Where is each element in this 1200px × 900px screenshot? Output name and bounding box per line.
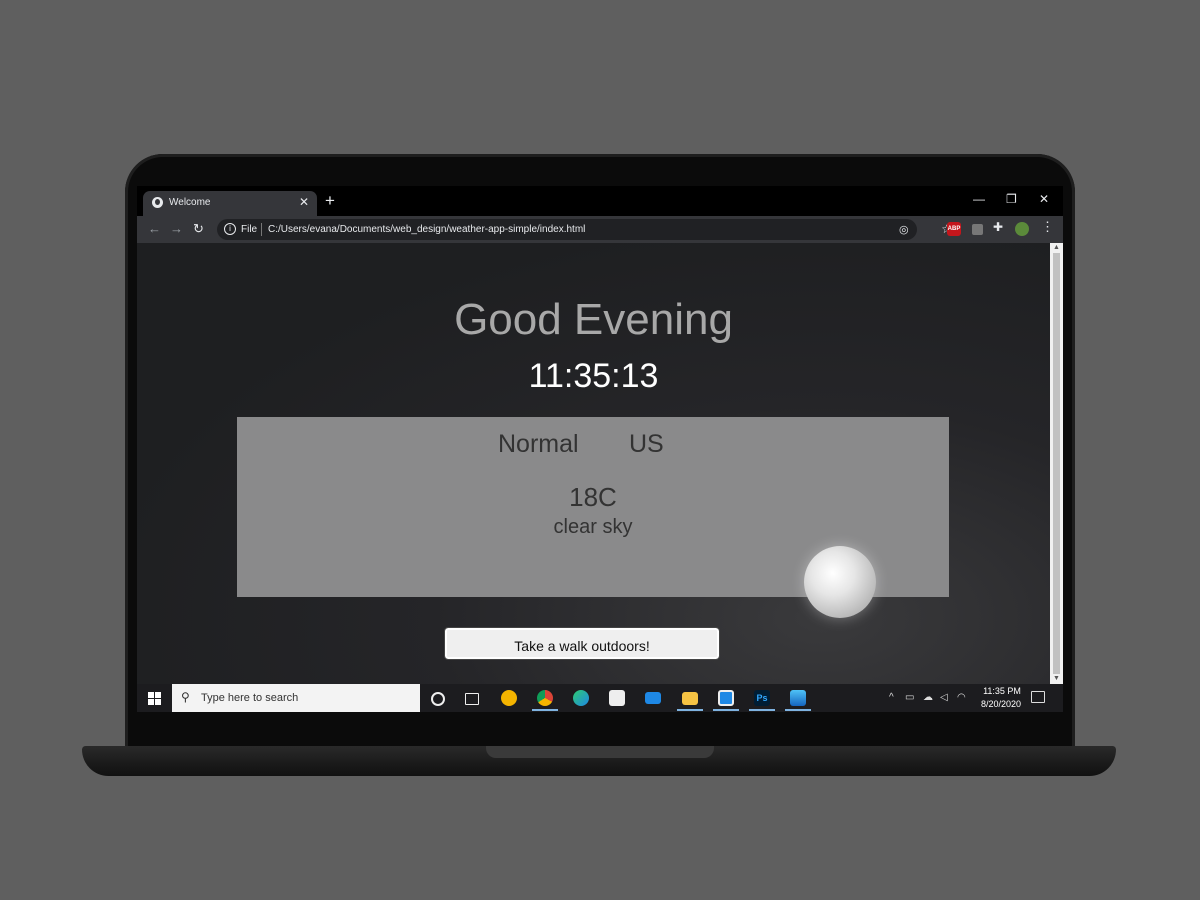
scrollbar-thumb[interactable] [1053, 253, 1060, 674]
moon-image [804, 546, 876, 618]
address-bar[interactable]: i File C:/Users/evana/Documents/web_desi… [217, 219, 952, 240]
photoshop-active-indicator [749, 709, 775, 711]
window-close-button[interactable]: ✕ [1039, 192, 1049, 206]
wifi-icon[interactable]: ◠ [957, 692, 966, 703]
notification-center-icon[interactable] [1031, 691, 1045, 703]
scroll-down-icon[interactable]: ▼ [1053, 675, 1060, 682]
browser-tab-bar: Welcome ✕ + — ❐ ✕ [137, 186, 1063, 216]
photos-active-indicator [785, 709, 811, 711]
chrome-active-indicator [532, 709, 558, 711]
photoshop-icon[interactable]: Ps [754, 690, 770, 706]
windows-taskbar: ⚲ Type here to search Ps ^ ▭ ☁ ◁ ◠ 11:35… [137, 684, 1063, 712]
tab-welcome[interactable]: Welcome ✕ [143, 191, 317, 216]
omnibox-divider [261, 223, 262, 236]
url-scheme-label: File [241, 224, 258, 235]
chrome-icon[interactable] [537, 690, 553, 706]
photos-icon[interactable] [790, 690, 806, 706]
globe-icon [152, 197, 163, 208]
screen: Welcome ✕ + — ❐ ✕ ← → ↻ i File C:/Users/… [137, 186, 1063, 712]
city-name: Normal [498, 430, 579, 458]
explorer-active-indicator [677, 709, 703, 711]
menu-kebab-icon[interactable]: ⋮ [1041, 219, 1054, 235]
reload-icon[interactable]: ↻ [193, 221, 204, 237]
forward-icon[interactable]: → [170, 221, 183, 236]
task-view-icon[interactable] [465, 693, 479, 705]
battery-icon[interactable]: ▭ [905, 692, 914, 703]
extensions-puzzle-icon[interactable]: ✚ [993, 220, 1003, 234]
extension-square-icon[interactable] [972, 224, 983, 235]
store-icon[interactable] [609, 690, 625, 706]
app-circle-icon[interactable] [501, 690, 517, 706]
search-placeholder: Type here to search [201, 692, 299, 704]
country-code: US [629, 430, 664, 458]
edge-icon[interactable] [573, 690, 589, 706]
adblock-extension-icon[interactable]: ABP [947, 222, 961, 236]
temperature: 18C [569, 482, 617, 512]
page-scrollbar[interactable]: ▲ ▼ [1050, 243, 1063, 684]
url-text[interactable]: C:/Users/evana/Documents/web_design/weat… [268, 224, 585, 235]
mail-icon[interactable] [645, 692, 661, 704]
location-icon[interactable]: ◎ [899, 223, 909, 236]
app-blue-icon[interactable] [718, 690, 734, 706]
taskbar-time[interactable]: 11:35 PM [979, 686, 1025, 696]
tab-title: Welcome [169, 197, 211, 208]
back-icon[interactable]: ← [148, 221, 161, 236]
info-icon[interactable]: i [224, 223, 236, 235]
weather-description: clear sky [553, 516, 633, 538]
volume-icon[interactable]: ◁ [940, 692, 948, 703]
cortana-icon[interactable] [431, 692, 445, 706]
web-page: Good Evening 11:35:13 Normal US 18C clea… [137, 243, 1050, 684]
taskbar-search-box[interactable]: ⚲ Type here to search [172, 684, 420, 712]
tab-close-icon[interactable]: ✕ [299, 195, 309, 209]
restore-button[interactable]: ❐ [1006, 192, 1017, 206]
clock-display: 11:35:13 [528, 357, 659, 395]
take-a-walk-button[interactable]: Take a walk outdoors! [444, 627, 720, 660]
greeting-heading: Good Evening [454, 295, 733, 344]
scroll-up-icon[interactable]: ▲ [1053, 244, 1060, 251]
laptop-notch [486, 746, 714, 758]
taskbar-date[interactable]: 8/20/2020 [973, 699, 1029, 709]
tray-chevron-icon[interactable]: ^ [889, 692, 894, 703]
browser-toolbar: ← → ↻ i File C:/Users/evana/Documents/we… [137, 216, 1063, 243]
search-icon: ⚲ [181, 690, 190, 704]
profile-avatar[interactable] [1015, 222, 1029, 236]
onedrive-icon[interactable]: ☁ [923, 692, 933, 703]
file-explorer-icon[interactable] [682, 692, 698, 705]
app-blue-active-indicator [713, 709, 739, 711]
minimize-button[interactable]: — [973, 192, 985, 206]
windows-start-icon[interactable] [148, 692, 161, 705]
new-tab-button[interactable]: + [325, 192, 335, 209]
